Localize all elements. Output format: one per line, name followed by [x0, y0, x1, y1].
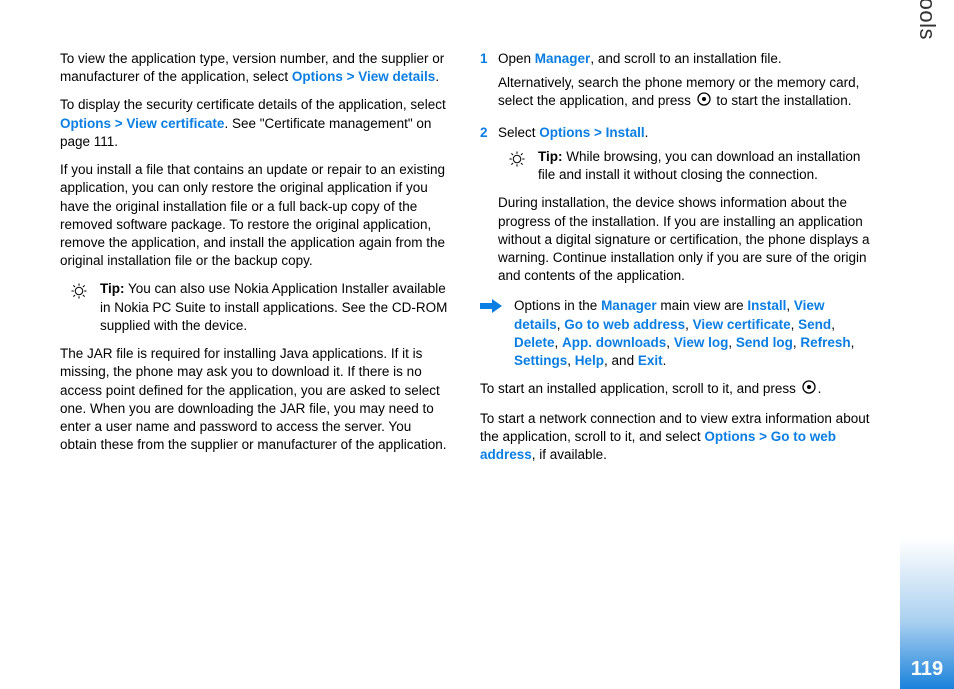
option-link: Exit — [638, 353, 663, 368]
paragraph: To display the security certificate deta… — [60, 96, 450, 151]
right-column: 1 Open Manager, and scroll to an install… — [480, 50, 870, 474]
option-link: Help — [575, 353, 604, 368]
content-columns: To view the application type, version nu… — [60, 50, 870, 474]
app-link: Manager — [535, 51, 591, 66]
option-link: Refresh — [800, 335, 850, 350]
text: , if available. — [532, 447, 607, 462]
text: Select — [498, 125, 539, 140]
joystick-icon — [802, 380, 816, 399]
text: To display the security certificate deta… — [60, 97, 446, 112]
text: . — [645, 125, 649, 140]
text: While browsing, you can download an inst… — [538, 149, 860, 182]
text: Options in the — [514, 298, 601, 313]
option-link: Go to web address — [564, 317, 685, 332]
text: , and — [604, 353, 638, 368]
text: Open — [498, 51, 535, 66]
tip-label: Tip: — [538, 149, 563, 164]
paragraph: Alternatively, search the phone memory o… — [498, 74, 870, 111]
options-note: Options in the Manager main view are Ins… — [480, 297, 870, 370]
paragraph: The JAR file is required for installing … — [60, 345, 450, 454]
menu-path-link: Options > View certificate — [60, 116, 224, 131]
paragraph: During installation, the device shows in… — [498, 194, 870, 285]
joystick-icon — [697, 92, 711, 111]
step-1: 1 Open Manager, and scroll to an install… — [480, 50, 870, 118]
tip-icon — [508, 150, 530, 173]
text: You can also use Nokia Application Insta… — [100, 281, 447, 332]
paragraph: To view the application type, version nu… — [60, 50, 450, 86]
text: . — [435, 69, 439, 84]
step-2: 2 Select Options > Install. Tip: While b… — [480, 124, 870, 292]
text: To start an installed application, scrol… — [480, 381, 800, 396]
paragraph: To start a network connection and to vie… — [480, 410, 870, 465]
text: to start the installation. — [713, 94, 852, 109]
step-number: 1 — [480, 50, 498, 118]
section-title: Tools — [914, 0, 940, 40]
tip-block: Tip: You can also use Nokia Application … — [70, 280, 450, 335]
tip-text: Tip: You can also use Nokia Application … — [100, 280, 450, 335]
option-link: View certificate — [693, 317, 791, 332]
left-column: To view the application type, version nu… — [60, 50, 450, 474]
text: . — [818, 381, 822, 396]
text: main view are — [657, 298, 748, 313]
arrow-icon — [480, 299, 504, 318]
paragraph: To start an installed application, scrol… — [480, 380, 870, 399]
paragraph: If you install a file that contains an u… — [60, 161, 450, 270]
paragraph: Open Manager, and scroll to an installat… — [498, 50, 870, 68]
option-link: Install — [747, 298, 786, 313]
menu-path-link: Options > Install — [539, 125, 644, 140]
tip-icon — [70, 282, 92, 305]
page-number: 119 — [911, 658, 943, 681]
step-number: 2 — [480, 124, 498, 292]
text: . — [663, 353, 667, 368]
option-link: Settings — [514, 353, 567, 368]
text: , and scroll to an installation file. — [590, 51, 781, 66]
option-link: Send — [798, 317, 831, 332]
option-link: App. downloads — [562, 335, 666, 350]
paragraph: Options in the Manager main view are Ins… — [510, 297, 870, 370]
option-link: View log — [674, 335, 729, 350]
page-footer: 119 — [900, 539, 954, 689]
option-link: Delete — [514, 335, 555, 350]
app-link: Manager — [601, 298, 657, 313]
paragraph: Select Options > Install. — [498, 124, 870, 142]
option-link: Send log — [736, 335, 793, 350]
menu-path-link: Options > View details — [292, 69, 435, 84]
tip-label: Tip: — [100, 281, 125, 296]
tip-block: Tip: While browsing, you can download an… — [508, 148, 870, 184]
tip-text: Tip: While browsing, you can download an… — [538, 148, 870, 184]
